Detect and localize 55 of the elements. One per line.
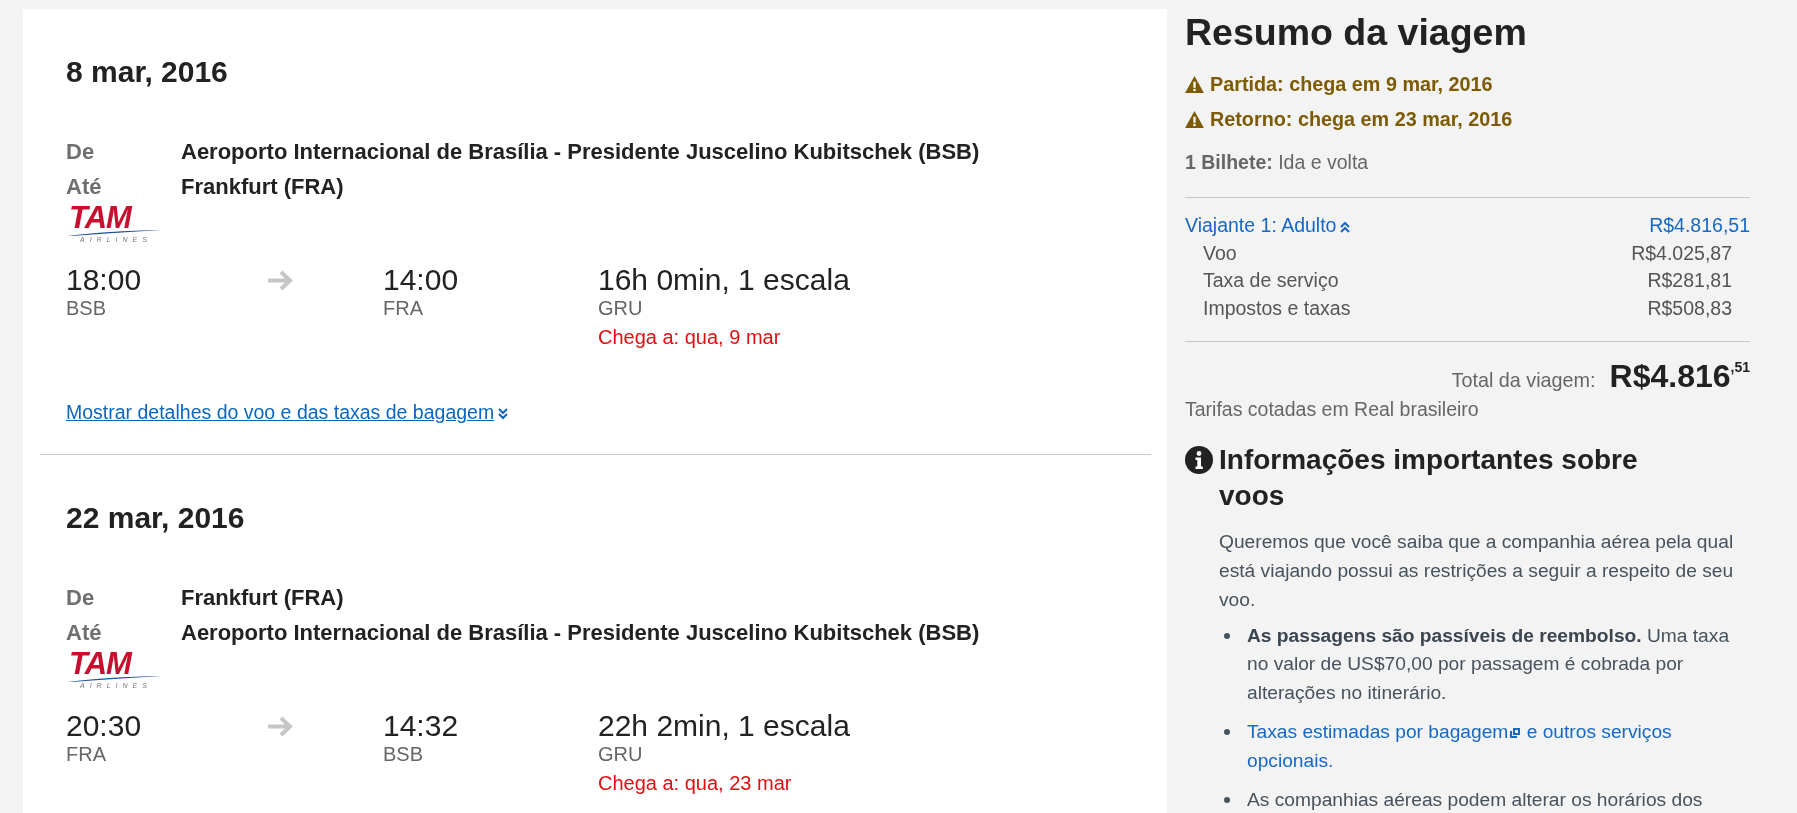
fare-item-amount: R$4.025,87: [1631, 240, 1732, 266]
bullet-icon: [1224, 632, 1230, 639]
arrival-time: 14:00: [383, 264, 460, 296]
flight-details-link[interactable]: Mostrar detalhes do voo e das taxas de bagagem: [66, 399, 495, 425]
stop-airport: GRU: [598, 296, 644, 320]
total-amount: R$4.816$^{,51}$: [1609, 359, 1750, 393]
flight-duration: 16h 0min, 1 escala: [598, 264, 851, 296]
route-place: Aeroporto Internacional de Brasília - Presidente Juscelino Kubitschek (BSB): [181, 619, 980, 647]
route-place: Frankfurt (FRA): [181, 584, 344, 612]
info-bullet-text: As companhias aéreas podem alterar os horários dos: [1247, 788, 1703, 813]
total-label: Total da viagem:: [1451, 368, 1596, 393]
route-place: Frankfurt (FRA): [181, 173, 344, 201]
baggage-fees-link[interactable]: Taxas estimadas por bagagem e outros serviços opcionais.: [1247, 718, 1740, 776]
airport-code: FRA: [66, 742, 107, 766]
currency-note: Tarifas cotadas em Real brasileiro: [1185, 396, 1480, 422]
fare-item-label: Voo: [1203, 240, 1237, 266]
arrow-right-icon: [266, 269, 296, 292]
warning-icon: [1185, 110, 1204, 128]
traveler-toggle[interactable]: Viajante 1: Adulto: [1185, 212, 1351, 240]
flight-date: 8 mar, 2016: [66, 54, 229, 90]
fare-item-label: Taxa de serviço: [1203, 268, 1339, 293]
arrival-time: 14:32: [383, 710, 460, 742]
route-label: De: [66, 584, 96, 612]
ticket-info: 1 Bilhete: Ida e volta: [1185, 150, 1370, 175]
traveler-amount: R$4.816,51: [1649, 213, 1750, 238]
route-label: Até: [66, 619, 103, 647]
arrival-day-note: Chega a: qua, 9 mar: [598, 325, 782, 349]
airport-code: BSB: [66, 296, 108, 320]
external-link-icon: [1509, 727, 1522, 740]
flight-duration: 22h 2min, 1 escala: [598, 710, 851, 742]
bullet-icon: [1224, 797, 1230, 804]
departure-time: 20:30: [66, 710, 143, 742]
info-bullet-text: As passagens são passíveis de reembolso. Uma taxa no valor de US$70,00 por passagem é cobrada por alterações no itinerário.: [1247, 623, 1731, 705]
fare-item-amount: R$281,81: [1647, 268, 1732, 293]
summary-title: Resumo da viagem: [1185, 10, 1528, 54]
info-intro: Queremos que você saiba que a companhia aérea pela qual está viajando possui as restrições a seguir a respeito de seu voo.: [1218, 529, 1735, 612]
stop-airport: GRU: [598, 742, 644, 766]
bullet-icon: [1224, 729, 1230, 736]
warning-icon: [1185, 75, 1204, 93]
route-label: Até: [66, 173, 103, 201]
route-label: De: [66, 138, 96, 166]
airport-code: BSB: [383, 742, 425, 766]
airport-code: FRA: [383, 296, 424, 320]
fare-item-label: Impostos e taxas: [1203, 295, 1351, 321]
route-place: Aeroporto Internacional de Brasília - Presidente Juscelino Kubitschek (BSB): [181, 138, 980, 166]
departure-time: 18:00: [66, 264, 143, 296]
arrival-warning: Partida: chega em 9 mar, 2016: [1210, 72, 1493, 97]
arrow-right-icon: [266, 715, 296, 738]
info-icon: [1185, 445, 1213, 474]
arrival-day-note: Chega a: qua, 23 mar: [598, 771, 793, 795]
arrival-warning: Retorno: chega em 23 mar, 2016: [1210, 107, 1513, 132]
double-chevron-down-icon[interactable]: [498, 408, 509, 420]
flight-date: 22 mar, 2016: [66, 500, 246, 536]
fare-item-amount: R$508,83: [1647, 295, 1732, 321]
info-heading: Informações importantes sobre voos: [1219, 442, 1639, 513]
